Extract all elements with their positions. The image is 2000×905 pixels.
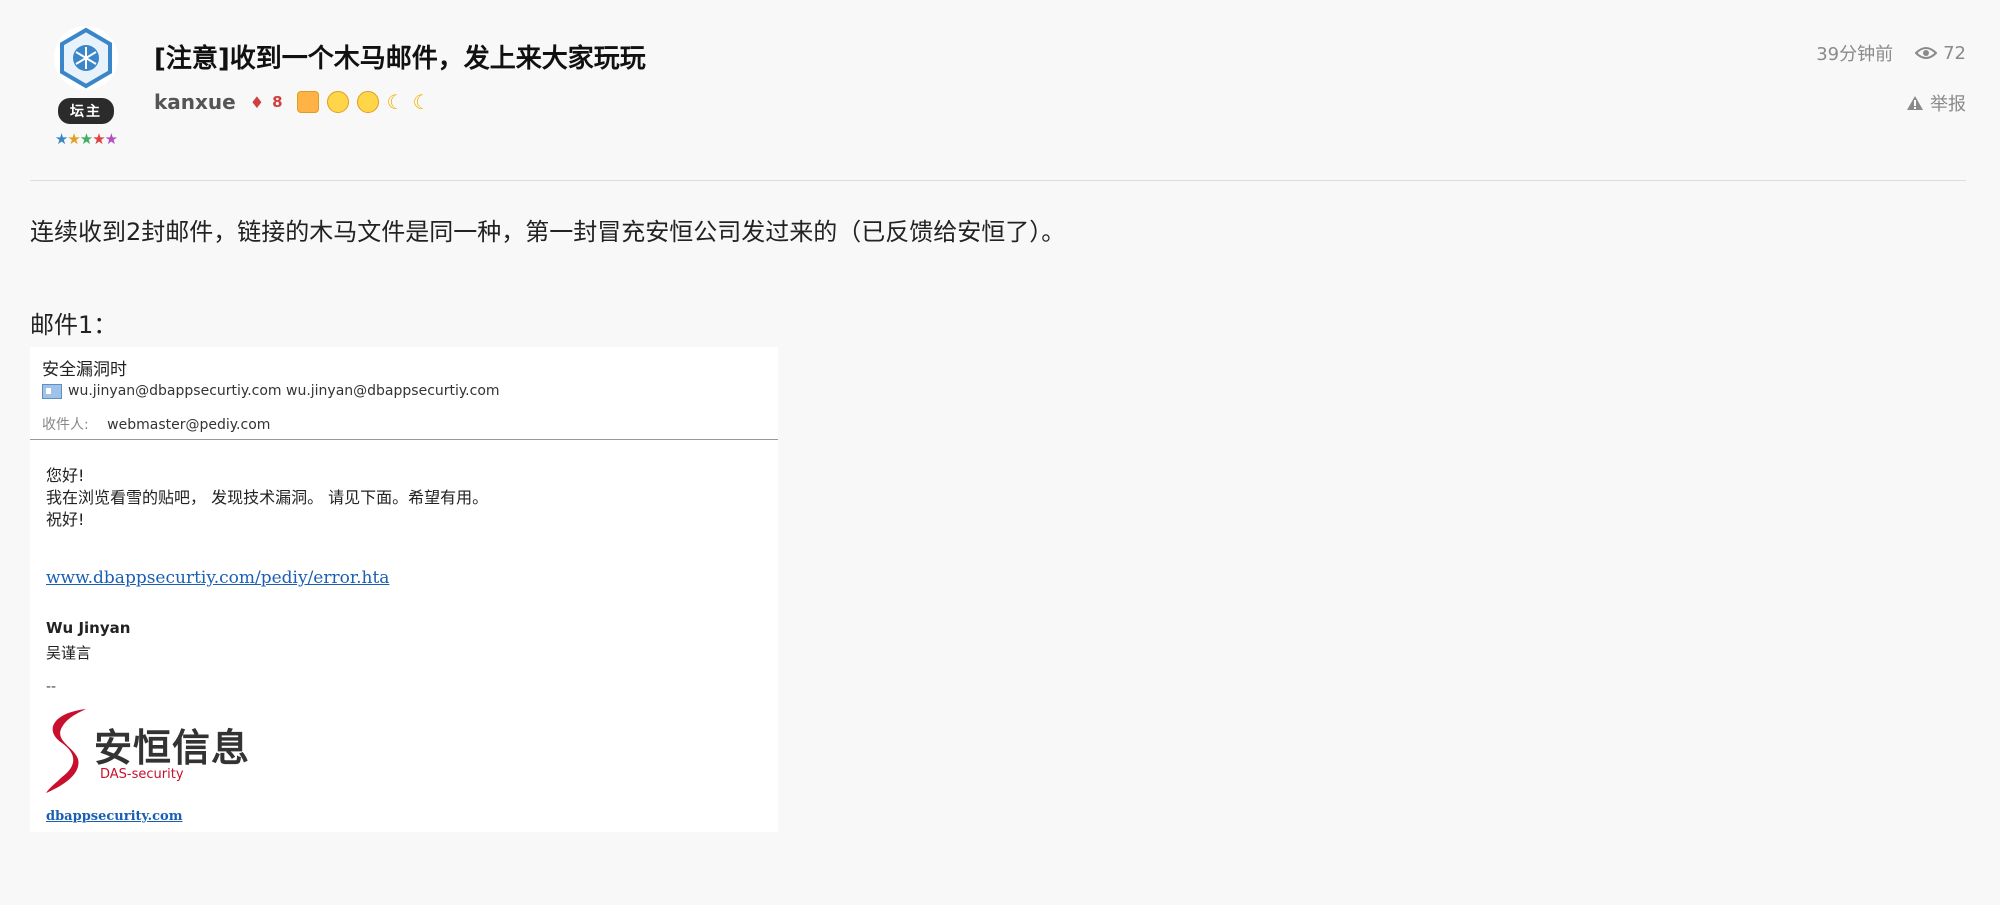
post-time: 39分钟前 (1816, 44, 1894, 65)
crown-medal-icon (296, 91, 319, 113)
logo-subtext: DAS-security (100, 767, 184, 782)
sun-medal-icon (356, 91, 379, 113)
email-separator (30, 439, 778, 440)
moon-medal-icon: ☾ (412, 90, 431, 114)
report-label: 举报 (1930, 94, 1966, 115)
signature-chinese-name: 吴谨言 (46, 644, 92, 662)
divider (30, 180, 1966, 181)
author-level: 8 (272, 93, 283, 111)
email-screenshot: 安全漏洞时 wu.jinyan@dbappsecurtiy.com wu.jin… (30, 347, 778, 832)
email-from-address: wu.jinyan@dbappsecurtiy.com wu.jinyan@db… (68, 383, 500, 399)
logo-text: 安恒信息 (94, 726, 251, 770)
email-body: 您好! 我在浏览看雪的贴吧， 发现技术漏洞。 请见下面。希望有用。 祝好! (46, 465, 488, 531)
signature-separator: -- (46, 679, 57, 695)
email-to-label: 收件人: (42, 417, 89, 433)
email-greeting: 您好! (46, 466, 85, 485)
mail-label: 邮件1： (30, 311, 118, 339)
post-header: 坛主 ★★★★★ [注意]收到一个木马邮件，发上来大家玩玩 kanxue ♦ 8… (0, 0, 2000, 180)
view-count-value: 72 (1943, 42, 1966, 64)
email-to-address: webmaster@pediy.com (107, 417, 271, 433)
s-swoosh-logo-icon (46, 709, 86, 793)
post-stats: 39分钟前 72 (1816, 40, 1966, 66)
author-username[interactable]: kanxue (154, 90, 236, 114)
avatar[interactable] (54, 26, 118, 90)
signature-name: Wu Jinyan (46, 619, 131, 637)
email-subject: 安全漏洞时 (42, 360, 127, 380)
moon-medal-icon: ☾ (386, 90, 405, 114)
company-website-link[interactable]: dbappsecurity.com (46, 809, 182, 824)
email-line: 我在浏览看雪的贴吧， 发现技术漏洞。 请见下面。希望有用。 (46, 488, 489, 507)
contact-card-icon (42, 383, 62, 399)
email-malicious-link[interactable]: www.dbappsecurtiy.com/pediy/error.hta (46, 568, 389, 588)
gem-icon: ♦ (249, 92, 265, 112)
email-from: wu.jinyan@dbappsecurtiy.com wu.jinyan@db… (42, 383, 500, 399)
sun-medal-icon (326, 91, 349, 113)
post-paragraph: 连续收到2封邮件，链接的木马文件是同一种，第一封冒充安恒公司发过来的（已反馈给安… (30, 218, 1066, 246)
view-count: 72 (1915, 43, 1966, 64)
email-to: 收件人: webmaster@pediy.com (42, 414, 270, 434)
company-logo: 安恒信息 DAS-security (42, 703, 252, 803)
warning-icon (1907, 96, 1923, 110)
eye-icon (1915, 47, 1938, 59)
email-closing: 祝好! (46, 510, 85, 529)
author-column: 坛主 ★★★★★ (40, 26, 132, 148)
author-meta: kanxue ♦ 8 ☾ ☾ (154, 90, 430, 114)
role-badge: 坛主 (58, 98, 114, 124)
report-button[interactable]: 举报 (1906, 90, 1966, 116)
rank-stars: ★★★★★ (54, 130, 118, 148)
post-title[interactable]: [注意]收到一个木马邮件，发上来大家玩玩 (154, 38, 646, 75)
snowflake-logo-icon (60, 27, 112, 89)
